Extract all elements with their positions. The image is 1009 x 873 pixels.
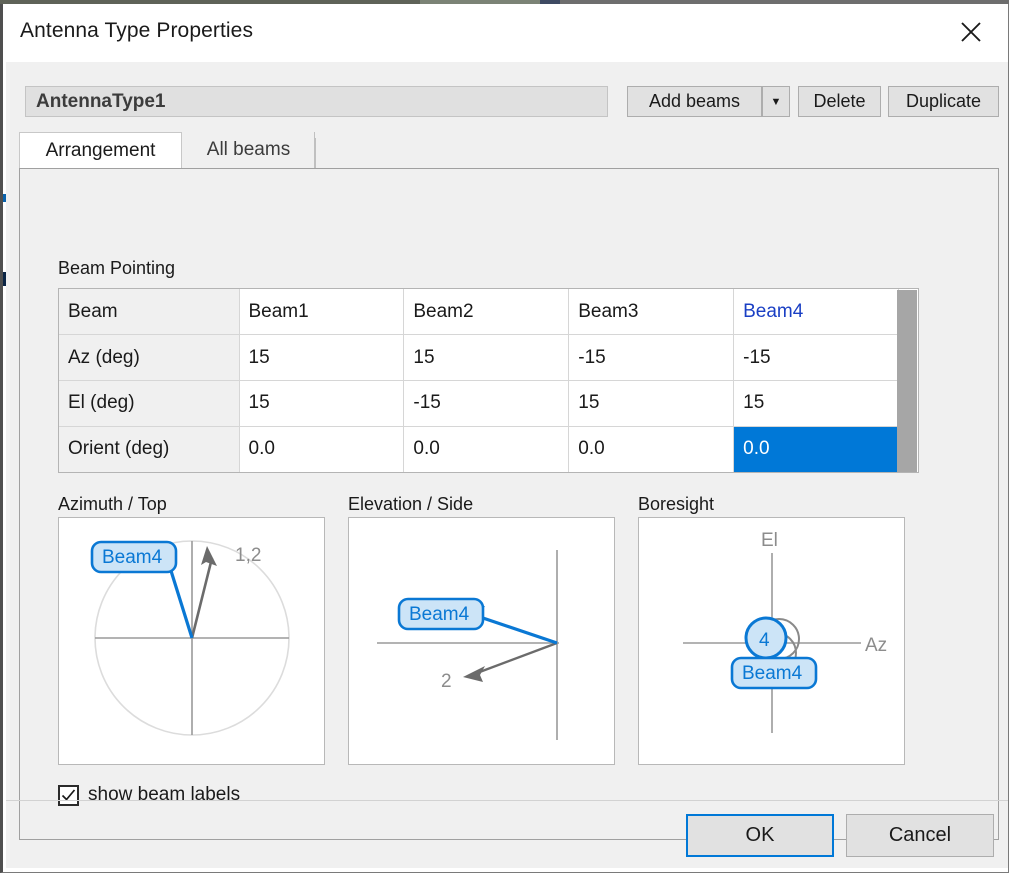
cell-el-beam1[interactable]: 15 [239, 380, 405, 427]
dialog-client-area: AntennaType1 Add beams ▼ Delete Duplicat… [6, 62, 1008, 868]
azimuth-beam4-label: Beam4 [90, 540, 178, 574]
elevation-beam4-label: Beam4 [397, 597, 485, 631]
boresight-beam4-label: Beam4 [730, 656, 818, 690]
column-header-beam1[interactable]: Beam1 [239, 289, 405, 336]
elevation-beam4-label-text: Beam4 [409, 604, 470, 625]
beam-pointing-table[interactable]: Beam Beam1 Beam2 Beam3 Beam4 Az (deg) 15… [58, 288, 919, 473]
boresight-diagram-label: Boresight [638, 494, 715, 514]
column-header-beam4[interactable]: Beam4 [733, 289, 899, 336]
title-bar: Antenna Type Properties [3, 4, 1008, 62]
column-header-beam2[interactable]: Beam2 [403, 289, 570, 336]
azimuth-beam4-label-text: Beam4 [102, 547, 163, 568]
show-beam-labels-checkbox[interactable] [58, 784, 79, 806]
cell-el-beam2[interactable]: -15 [403, 380, 570, 427]
close-icon [958, 19, 984, 45]
antenna-type-name-field[interactable]: AntennaType1 [25, 86, 608, 117]
row-header-el: El (deg) [59, 380, 240, 427]
arrangement-tab-panel: Beam Pointing Beam Beam1 Beam2 Beam3 Bea… [19, 168, 999, 840]
close-button[interactable] [940, 4, 1002, 60]
cell-orient-beam1[interactable]: 0.0 [239, 426, 405, 472]
row-header-az: Az (deg) [59, 334, 240, 381]
cell-orient-beam2[interactable]: 0.0 [403, 426, 570, 472]
table-row: Az (deg) 15 15 -15 -15 [59, 334, 899, 381]
cell-az-beam2[interactable]: 15 [403, 334, 570, 381]
boresight-marker-beam4: 4 [744, 616, 788, 660]
cell-az-beam1[interactable]: 15 [239, 334, 405, 381]
ok-button[interactable]: OK [686, 814, 834, 857]
elevation-side-diagram[interactable]: 2 Beam4 [348, 517, 615, 765]
boresight-beam4-label-text: Beam4 [742, 663, 803, 684]
boresight-el-axis-label: El [761, 530, 778, 551]
cell-az-beam4[interactable]: -15 [733, 334, 899, 381]
cell-orient-beam3[interactable]: 0.0 [568, 426, 735, 472]
beam-pointing-group-label: Beam Pointing [58, 258, 176, 278]
azimuth-arrow-beams-1-2 [190, 546, 217, 639]
cell-orient-beam4-selected[interactable]: 0.0 [733, 426, 899, 472]
elevation-diagram-label: Elevation / Side [348, 494, 474, 514]
tab-divider [315, 138, 316, 168]
cell-el-beam3[interactable]: 15 [568, 380, 735, 427]
elevation-other-beams-label: 2 [441, 671, 452, 692]
scrollbar-thumb[interactable] [897, 290, 917, 472]
table-row: El (deg) 15 -15 15 15 [59, 380, 899, 427]
tab-strip: Arrangement All beams [19, 132, 999, 168]
azimuth-diagram-label: Azimuth / Top [58, 494, 167, 514]
row-header-beam: Beam [59, 289, 240, 336]
duplicate-button[interactable]: Duplicate [888, 86, 999, 117]
column-header-beam3[interactable]: Beam3 [568, 289, 735, 336]
add-beams-dropdown-arrow-icon[interactable]: ▼ [762, 86, 790, 117]
azimuth-top-diagram[interactable]: 1,2 Beam4 [58, 517, 325, 765]
row-header-orient: Orient (deg) [59, 426, 240, 472]
table-vertical-scrollbar[interactable] [897, 290, 917, 472]
add-beams-button[interactable]: Add beams [627, 86, 762, 117]
delete-button[interactable]: Delete [798, 86, 881, 117]
cell-az-beam3[interactable]: -15 [568, 334, 735, 381]
elevation-arrow-beam2 [463, 641, 558, 682]
antenna-type-properties-dialog: Antenna Type Properties AntennaType1 Add… [0, 4, 1009, 873]
table-row: Orient (deg) 0.0 0.0 0.0 0.0 [59, 426, 899, 472]
show-beam-labels-label: show beam labels [88, 784, 241, 805]
tab-arrangement[interactable]: Arrangement [19, 132, 182, 168]
page-title: Antenna Type Properties [20, 19, 254, 42]
cell-el-beam4[interactable]: 15 [733, 380, 899, 427]
footer-divider [6, 800, 1008, 801]
boresight-marker-label: 4 [759, 630, 770, 651]
azimuth-other-beams-label: 1,2 [235, 545, 261, 566]
cancel-button[interactable]: Cancel [846, 814, 994, 857]
tab-all-beams[interactable]: All beams [183, 132, 315, 168]
show-beam-labels-row[interactable]: show beam labels [58, 784, 240, 806]
boresight-az-axis-label: Az [865, 635, 887, 656]
boresight-diagram[interactable]: El Az 4 Beam4 [638, 517, 905, 765]
table-row-header: Beam Beam1 Beam2 Beam3 Beam4 [59, 289, 899, 336]
